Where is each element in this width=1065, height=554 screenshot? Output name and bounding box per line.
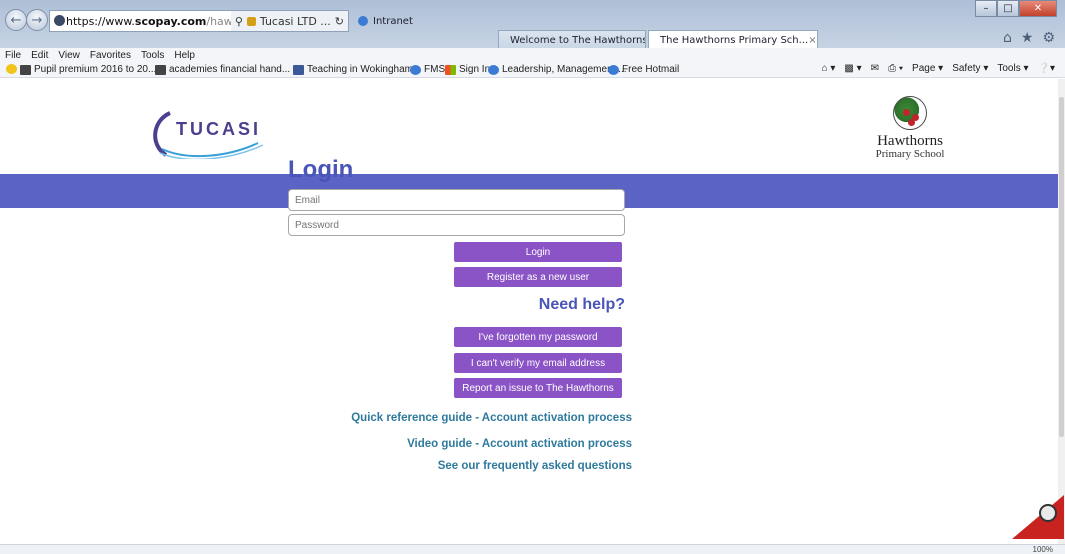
favorites-bar: Pupil premium 2016 to 20... academies fi… — [0, 62, 1065, 78]
tab-label: The Hawthorns Primary Sch... — [660, 34, 809, 46]
favorite-item[interactable]: Teaching in Wokingham — [293, 64, 413, 75]
browser-chrome: ← → https://www.scopay.com/hawthorns? ⚲ … — [0, 0, 1065, 49]
ie-icon — [488, 64, 499, 75]
school-subtitle: Primary School — [875, 148, 945, 160]
site-identity[interactable]: Tucasi LTD ... — [260, 15, 331, 28]
verify-email-button[interactable]: I can't verify my email address — [454, 353, 622, 373]
tucasi-brand: TUCASI — [176, 119, 261, 139]
back-button[interactable]: ← — [5, 9, 27, 31]
menu-tools[interactable]: Tools — [141, 50, 164, 61]
safety-menu[interactable]: Safety ▾ — [952, 63, 988, 74]
hawthorn-crest-icon — [893, 96, 927, 130]
lock-icon[interactable] — [246, 16, 256, 26]
print-icon[interactable]: ⎙ ▾ — [888, 63, 903, 74]
scrollbar-thumb[interactable] — [1059, 97, 1064, 437]
comodo-seal-icon[interactable] — [1012, 495, 1064, 539]
bookmark-icon — [155, 64, 166, 75]
register-button[interactable]: Register as a new user — [454, 267, 622, 287]
tab-hawthorns-active[interactable]: The Hawthorns Primary Sch... × — [648, 30, 818, 49]
menu-file[interactable]: File — [5, 50, 21, 61]
arrow-left-icon: ← — [10, 12, 22, 28]
forgot-password-button[interactable]: I've forgotten my password — [454, 327, 622, 347]
menu-favorites[interactable]: Favorites — [90, 50, 131, 61]
tab-label: Intranet — [373, 15, 413, 27]
gear-icon[interactable]: ⚙ — [1042, 30, 1055, 46]
url-domain: scopay.com — [134, 14, 207, 28]
favorite-item[interactable]: Pupil premium 2016 to 20... — [20, 64, 156, 75]
forward-button[interactable]: → — [26, 9, 48, 31]
browser-toolbar-icons: ⌂ ★ ⚙ — [1003, 30, 1055, 46]
tab-intranet[interactable]: Intranet — [352, 10, 497, 32]
quick-reference-guide-link[interactable]: Quick reference guide - Account activati… — [351, 412, 632, 424]
search-icon[interactable]: ⚲ — [235, 15, 243, 28]
tucasi-logo: TUCASI — [148, 109, 273, 161]
zoom-level[interactable]: 100% — [1033, 545, 1053, 554]
favorites-star-icon[interactable] — [6, 64, 20, 74]
school-name: Hawthorns — [877, 133, 943, 149]
close-tab-icon[interactable]: × — [808, 35, 816, 46]
school-logo: Hawthorns Primary School — [855, 96, 965, 176]
email-field[interactable] — [288, 189, 625, 211]
minimize-button[interactable]: – — [975, 0, 997, 17]
home-command-icon[interactable]: ⌂ ▾ — [822, 63, 836, 74]
command-bar: ⌂ ▾ ▩ ▾ ✉ ⎙ ▾ Page ▾ Safety ▾ Tools ▾ ❔▾ — [822, 63, 1055, 74]
page-menu[interactable]: Page ▾ — [912, 63, 943, 74]
favorite-item[interactable]: Free Hotmail — [608, 64, 679, 75]
maximize-button[interactable]: □ — [997, 0, 1019, 17]
video-guide-link[interactable]: Video guide - Account activation process — [407, 438, 632, 450]
tools-menu[interactable]: Tools ▾ — [997, 63, 1028, 74]
report-issue-button[interactable]: Report an issue to The Hawthorns — [454, 378, 622, 398]
close-window-button[interactable]: ✕ — [1019, 0, 1057, 17]
need-help-heading: Need help? — [538, 296, 625, 313]
windows-icon — [445, 64, 456, 75]
facebook-icon — [293, 64, 304, 75]
ie-icon — [358, 16, 368, 26]
password-field[interactable] — [288, 214, 625, 236]
star-icon[interactable]: ★ — [1021, 30, 1034, 46]
arrow-right-icon: → — [31, 12, 43, 28]
ie-icon — [608, 64, 619, 75]
status-bar: 100% — [0, 544, 1065, 554]
tab-welcome[interactable]: Welcome to The Hawthorns Pri... — [498, 30, 646, 49]
address-bar[interactable]: https://www.scopay.com/hawthorns? ⚲ Tuca… — [49, 10, 349, 32]
address-bar-controls: ⚲ Tucasi LTD ... ↻ — [230, 11, 348, 31]
ie-icon — [410, 64, 421, 75]
menu-bar: File Edit View Favorites Tools Help — [0, 48, 1065, 62]
home-icon[interactable]: ⌂ — [1003, 30, 1012, 46]
faq-link[interactable]: See our frequently asked questions — [438, 460, 632, 472]
favorite-item[interactable]: FMS — [410, 64, 445, 75]
tab-label: Welcome to The Hawthorns Pri... — [510, 34, 646, 46]
menu-view[interactable]: View — [58, 50, 80, 61]
menu-help[interactable]: Help — [174, 50, 195, 61]
vertical-scrollbar[interactable] — [1058, 79, 1065, 544]
login-button[interactable]: Login — [454, 242, 622, 262]
favorite-item[interactable]: academies financial hand... — [155, 64, 290, 75]
login-title: Login — [288, 156, 354, 183]
site-icon — [54, 15, 65, 26]
mail-icon[interactable]: ✉ — [871, 63, 879, 74]
menu-edit[interactable]: Edit — [31, 50, 48, 61]
favorite-item[interactable]: Sign In — [445, 64, 490, 75]
feeds-icon[interactable]: ▩ ▾ — [844, 63, 861, 74]
refresh-icon[interactable]: ↻ — [335, 15, 344, 28]
window-controls: – □ ✕ — [975, 0, 1057, 17]
bookmark-icon — [20, 64, 31, 75]
help-icon[interactable]: ❔▾ — [1038, 63, 1055, 74]
favorite-item[interactable]: Leadership, Management ... — [488, 64, 627, 75]
